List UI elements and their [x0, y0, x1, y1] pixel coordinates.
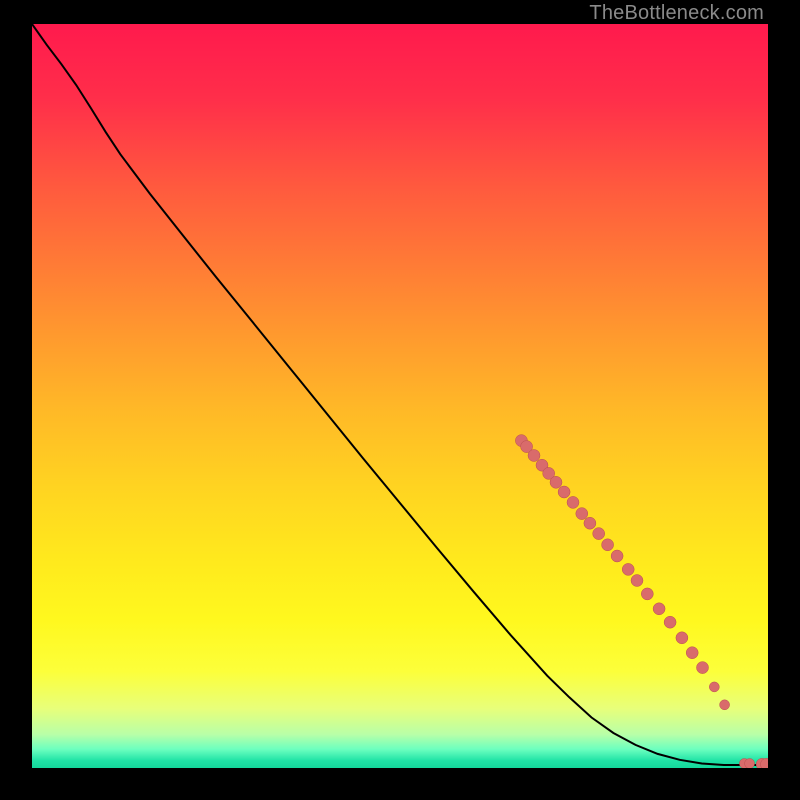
chart-marker [745, 759, 755, 769]
chart-marker [686, 647, 698, 659]
chart-marker [528, 450, 540, 462]
chart-marker [576, 508, 588, 520]
chart-marker [567, 496, 579, 508]
chart-marker [709, 682, 719, 692]
chart-marker [611, 550, 623, 562]
chart-marker [653, 603, 665, 615]
chart-marker [558, 486, 570, 498]
chart-marker [602, 539, 614, 551]
chart-marker [584, 517, 596, 529]
chart-marker [631, 575, 643, 587]
chart-marker [593, 528, 605, 540]
chart-marker [676, 632, 688, 644]
chart-marker [641, 588, 653, 600]
chart-marker [664, 616, 676, 628]
chart-overlay [32, 24, 768, 768]
chart-marker [697, 662, 709, 674]
chart-frame: TheBottleneck.com [0, 0, 800, 800]
chart-marker [622, 563, 634, 575]
chart-markers [515, 435, 768, 768]
chart-marker [720, 700, 730, 710]
chart-curve [32, 24, 768, 765]
watermark-text: TheBottleneck.com [589, 2, 764, 25]
chart-marker [550, 476, 562, 488]
plot-area [32, 24, 768, 768]
